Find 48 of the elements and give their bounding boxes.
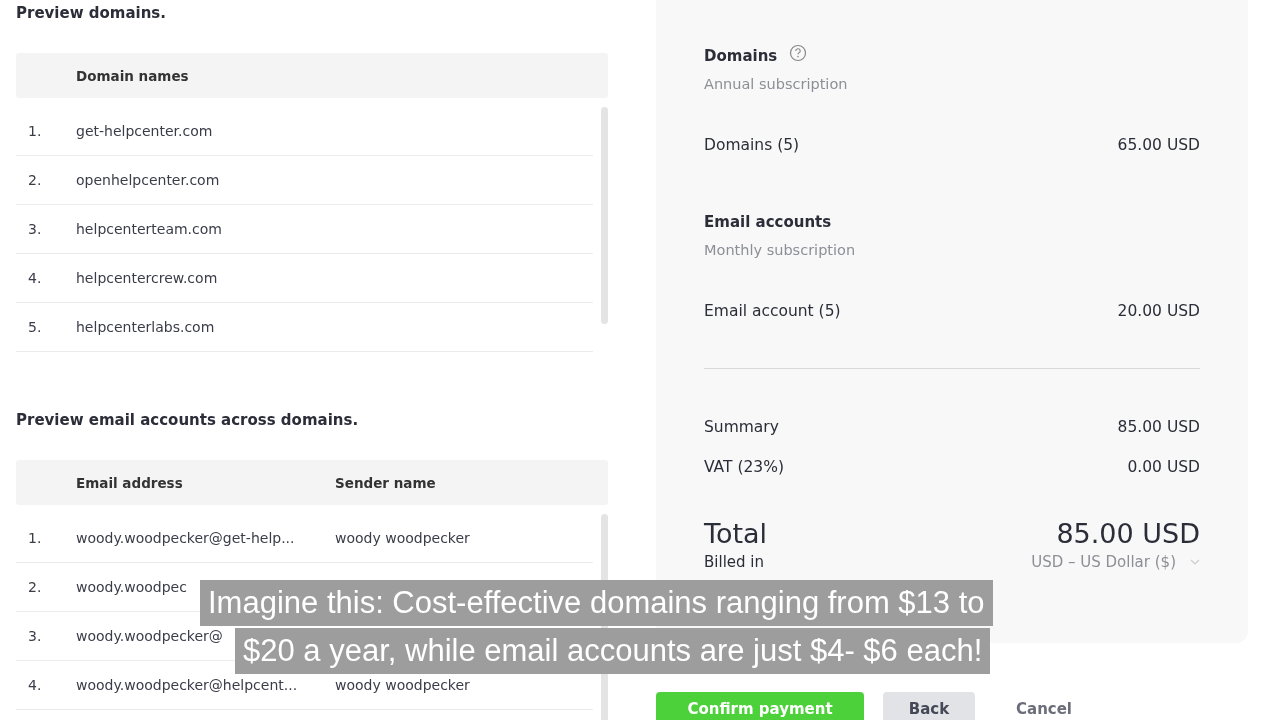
total-label: Total	[704, 517, 768, 549]
item-price: 65.00 USD	[1117, 136, 1200, 154]
section-title: Preview domains.	[16, 3, 167, 23]
summary-value: 85.00 USD	[1117, 418, 1200, 436]
row-number: 3.	[27, 221, 43, 237]
row-number: 2.	[27, 172, 43, 188]
table-cell: helpcenterlabs.com	[76, 319, 215, 335]
table-cell: helpcenterteam.com	[76, 221, 222, 237]
group-title: Email accounts	[704, 213, 832, 231]
help-icon[interactable]	[789, 44, 808, 62]
item-price: 20.00 USD	[1117, 302, 1200, 320]
subtitle-caption: Imagine this: Cost-effective domains ranging from $13 to	[200, 580, 993, 626]
billed-in-label: Billed in	[704, 553, 764, 571]
column-header: Domain names	[76, 67, 189, 84]
item-label: Email account (5)	[704, 302, 841, 320]
table-cell: helpcentercrew.com	[76, 270, 218, 286]
table-cell-text: woody.woodpecker@	[76, 628, 224, 644]
row-number: 4.	[27, 270, 43, 286]
row-number: 1.	[27, 530, 43, 546]
section-title: Preview email accounts across domains.	[16, 410, 360, 430]
row-number: 4.	[27, 677, 43, 693]
table-cell: woody woodpecker	[335, 530, 470, 546]
currency-dropdown[interactable]: USD – US Dollar ($)	[1031, 553, 1200, 571]
action-button[interactable]: Cancel	[994, 692, 1094, 720]
table-cell-text: woody.woodpec	[76, 579, 188, 595]
subscription-label: Monthly subscription	[704, 242, 857, 260]
summary-value: 0.00 USD	[1127, 458, 1200, 476]
row-number: 2.	[27, 579, 43, 595]
scrollbar[interactable]	[601, 107, 608, 324]
total-value: 85.00 USD	[1056, 517, 1200, 549]
row-number: 5.	[27, 319, 43, 335]
column-header: Sender name	[335, 474, 436, 491]
group-title: Domains	[704, 47, 778, 65]
table-cell: woody woodpecker	[335, 677, 470, 693]
table-cell-text: woody.woodpecker@get-help...	[76, 530, 296, 546]
summary-label: VAT (23%)	[704, 458, 784, 476]
column-header: Email address	[76, 474, 184, 491]
chevron-icon	[1190, 559, 1200, 565]
table-cell: openhelpcenter.com	[76, 172, 220, 188]
subscription-label: Annual subscription	[704, 76, 849, 94]
table-cell: get-helpcenter.com	[76, 123, 213, 139]
subtitle-caption: $20 a year, while email accounts are just $4- $6 each!	[235, 628, 991, 674]
row-number: 1.	[27, 123, 43, 139]
item-label: Domains (5)	[704, 136, 800, 154]
action-button[interactable]: Back	[883, 692, 975, 720]
summary-label: Summary	[704, 418, 779, 436]
table-cell-text: woody.woodpecker@helpcent...	[76, 677, 299, 693]
row-number: 3.	[27, 628, 43, 644]
